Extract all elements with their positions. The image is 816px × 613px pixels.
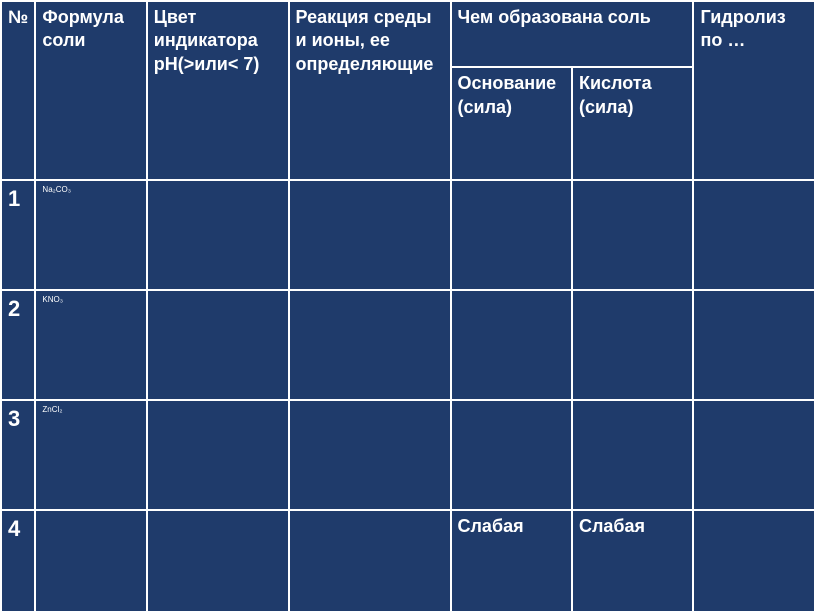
header-base: Основание (сила) — [451, 67, 572, 180]
row-num: 2 — [1, 290, 35, 400]
row-acid — [572, 180, 694, 290]
header-acid: Кислота (сила) — [572, 67, 694, 180]
header-hydrolysis: Гидролиз по … — [693, 1, 815, 180]
row-formula: KNO₃ — [35, 290, 146, 400]
header-salt-formed: Чем образована соль — [451, 1, 694, 67]
row-acid: Слабая — [572, 510, 694, 612]
header-reaction: Реакция среды и ионы, ее определяющие — [289, 1, 451, 180]
header-formula: Формула соли — [35, 1, 146, 180]
table-row: 3 ZnCl₂ — [1, 400, 815, 510]
row-acid — [572, 290, 694, 400]
row-hydro — [693, 290, 815, 400]
row-color — [147, 510, 289, 612]
row-hydro — [693, 400, 815, 510]
row-num: 1 — [1, 180, 35, 290]
table-row: 1 Na₂CO₃ — [1, 180, 815, 290]
row-num: 3 — [1, 400, 35, 510]
row-reaction — [289, 400, 451, 510]
row-formula: ZnCl₂ — [35, 400, 146, 510]
row-reaction — [289, 180, 451, 290]
row-formula: Na₂CO₃ — [35, 180, 146, 290]
row-base — [451, 180, 572, 290]
hydrolysis-table: № Формула соли Цвет индикатора рН(>или< … — [0, 0, 816, 613]
row-color — [147, 400, 289, 510]
row-color — [147, 290, 289, 400]
row-hydro — [693, 510, 815, 612]
row-formula — [35, 510, 146, 612]
row-color — [147, 180, 289, 290]
header-num: № — [1, 1, 35, 180]
row-hydro — [693, 180, 815, 290]
row-base — [451, 400, 572, 510]
row-base: Слабая — [451, 510, 572, 612]
row-reaction — [289, 510, 451, 612]
row-base — [451, 290, 572, 400]
table-row: 4 Слабая Слабая — [1, 510, 815, 612]
row-acid — [572, 400, 694, 510]
table-row: 2 KNO₃ — [1, 290, 815, 400]
row-num: 4 — [1, 510, 35, 612]
row-reaction — [289, 290, 451, 400]
header-color: Цвет индикатора рН(>или< 7) — [147, 1, 289, 180]
header-row-1: № Формула соли Цвет индикатора рН(>или< … — [1, 1, 815, 67]
